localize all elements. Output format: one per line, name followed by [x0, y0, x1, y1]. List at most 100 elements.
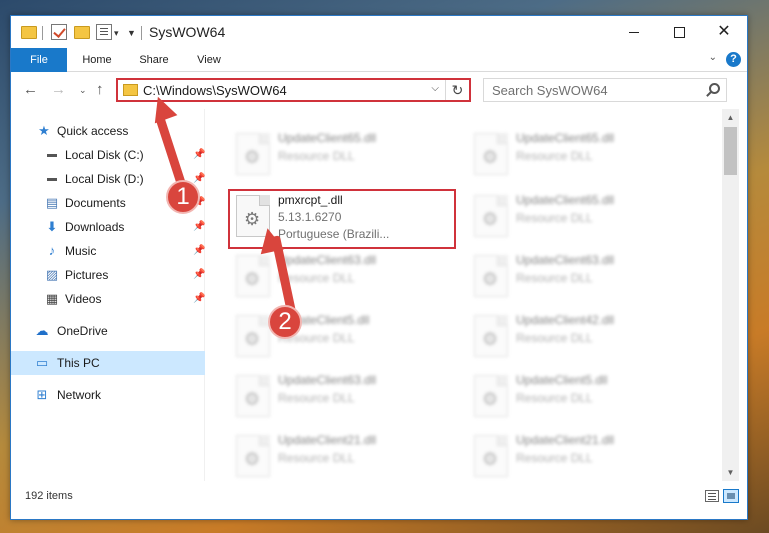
toolbar-separator [42, 26, 43, 40]
computer-icon: ▭ [35, 355, 49, 370]
refresh-button[interactable]: ↻ [445, 80, 469, 100]
file-item[interactable]: ⚙ UpdateClient21.dll Resource DLL [466, 429, 696, 481]
sidebar-item-pictures[interactable]: ▨ Pictures 📌 [11, 263, 206, 287]
file-type: Resource DLL [278, 451, 355, 465]
quick-access-dropdown-icon[interactable]: ▾ [114, 28, 119, 39]
customize-icon[interactable] [96, 24, 112, 40]
sidebar-item-downloads[interactable]: ⬇ Downloads 📌 [11, 215, 206, 239]
scroll-thumb[interactable] [724, 127, 737, 175]
pin-icon[interactable]: 📌 [193, 239, 205, 263]
title-bar[interactable]: ▾ ▼ SysWOW64 ✕ [11, 16, 747, 48]
close-button[interactable]: ✕ [701, 16, 747, 48]
file-explorer-window: ▾ ▼ SysWOW64 ✕ File Home Share View ⌄ ? … [10, 15, 748, 520]
back-button[interactable]: ← [23, 81, 38, 98]
forward-button[interactable]: → [51, 81, 66, 98]
pin-icon[interactable]: 📌 [193, 287, 205, 311]
item-count: 192 items [25, 490, 73, 502]
file-item[interactable]: ⚙ UpdateClient65.dll Resource DLL [228, 127, 458, 183]
sidebar-item-label: Quick access [57, 124, 129, 138]
file-name: UpdateClient5.dll [516, 373, 608, 387]
dll-file-icon: ⚙ [474, 315, 508, 357]
music-icon: ♪ [48, 243, 56, 258]
sidebar-item-quick-access[interactable]: ★ Quick access [11, 119, 205, 143]
sidebar-item-label: Local Disk (C:) [65, 148, 144, 162]
recent-locations-button[interactable]: ⌄ [79, 85, 87, 96]
file-type: Resource DLL [516, 211, 593, 225]
dll-file-icon: ⚙ [236, 315, 270, 357]
videos-icon: ▦ [45, 291, 59, 306]
properties-check-icon[interactable] [51, 24, 67, 40]
sidebar-item-label: Network [57, 388, 102, 402]
customize-toolbar-icon[interactable]: ▼ [127, 28, 136, 38]
up-button[interactable]: ↑ [96, 81, 104, 98]
dll-file-icon: ⚙ [474, 195, 508, 237]
file-item[interactable]: ⚙ UpdateClient21.dll Resource DLL [228, 429, 458, 481]
sidebar-item-onedrive[interactable]: ☁ OneDrive [11, 319, 205, 343]
sidebar-item-label: OneDrive [57, 324, 108, 338]
file-name: UpdateClient65.dll [516, 131, 615, 145]
file-item[interactable]: ⚙ UpdateClient65.dll Resource DLL [466, 189, 696, 245]
file-type: Resource DLL [516, 271, 593, 285]
file-name: UpdateClient63.dll [278, 253, 377, 267]
file-name: UpdateClient21.dll [516, 433, 615, 447]
details-view-icon[interactable] [705, 490, 719, 502]
file-name: UpdateClient42.dll [516, 313, 615, 327]
dll-file-icon: ⚙ [474, 255, 508, 297]
vertical-scrollbar[interactable]: ▲ ▼ [722, 109, 739, 481]
file-item[interactable]: ⚙ UpdateClient65.dll Resource DLL [466, 127, 696, 183]
pin-icon[interactable]: 📌 [193, 263, 205, 287]
gear-icon: ⚙ [244, 269, 261, 289]
sidebar-item-label: This PC [57, 356, 100, 370]
sidebar-item-network[interactable]: ⊞ Network [11, 383, 205, 407]
chevron-down-icon[interactable]: ⌄ [709, 52, 717, 63]
disk-icon: ▬ [47, 173, 57, 184]
ribbon-tabs: File Home Share View ⌄ ? [11, 48, 747, 72]
file-item[interactable]: ⚙ UpdateClient5.dll Resource DLL [228, 309, 458, 365]
gear-icon: ⚙ [482, 449, 499, 469]
sidebar-item-label: Local Disk (D:) [65, 172, 144, 186]
tab-home[interactable]: Home [75, 48, 119, 72]
dll-file-icon: ⚙ [474, 133, 508, 175]
sidebar-item-this-pc[interactable]: ▭ This PC [11, 351, 205, 375]
minimize-button[interactable] [611, 16, 657, 48]
file-item[interactable]: ⚙ UpdateClient5.dll Resource DLL [466, 369, 696, 425]
dll-file-icon: ⚙ [236, 375, 270, 417]
new-folder-icon[interactable] [74, 26, 90, 39]
cloud-icon: ☁ [35, 323, 49, 338]
file-type: Resource DLL [278, 149, 355, 163]
scroll-down-icon[interactable]: ▼ [722, 464, 739, 481]
pin-icon[interactable]: 📌 [193, 143, 205, 167]
search-box[interactable] [483, 78, 727, 102]
status-bar: 192 items [11, 486, 747, 508]
gear-icon: ⚙ [482, 389, 499, 409]
tab-file[interactable]: File [11, 48, 67, 72]
tab-share[interactable]: Share [131, 48, 177, 72]
gear-icon: ⚙ [482, 329, 499, 349]
folder-icon [21, 26, 37, 39]
dll-file-icon: ⚙ [236, 435, 270, 477]
sidebar-item-label: Pictures [65, 268, 109, 282]
sidebar-item-label: Music [65, 244, 97, 258]
search-icon[interactable] [709, 83, 720, 94]
help-icon[interactable]: ? [726, 52, 741, 67]
file-item[interactable]: ⚙ UpdateClient42.dll Resource DLL [466, 309, 696, 365]
sidebar-item-videos[interactable]: ▦ Videos 📌 [11, 287, 206, 311]
search-input[interactable] [484, 79, 699, 101]
file-type: Resource DLL [516, 451, 593, 465]
gear-icon: ⚙ [244, 147, 261, 167]
file-item[interactable]: ⚙ UpdateClient63.dll Resource DLL [228, 369, 458, 425]
sidebar-item-music[interactable]: ♪ Music 📌 [11, 239, 206, 263]
file-item[interactable]: ⚙ UpdateClient63.dll Resource DLL [228, 249, 458, 305]
chevron-down-icon[interactable]: ⌵ [431, 83, 439, 94]
dll-file-icon: ⚙ [236, 133, 270, 175]
sidebar-item-label: Documents [65, 196, 126, 210]
gear-icon: ⚙ [244, 449, 261, 469]
file-type: Resource DLL [516, 391, 593, 405]
file-item[interactable]: ⚙ UpdateClient63.dll Resource DLL [466, 249, 696, 305]
scroll-up-icon[interactable]: ▲ [722, 109, 739, 126]
tab-view[interactable]: View [189, 48, 229, 72]
pin-icon[interactable]: 📌 [193, 215, 205, 239]
maximize-button[interactable] [656, 16, 702, 48]
dll-file-icon: ⚙ [474, 435, 508, 477]
large-icons-view-icon[interactable] [723, 489, 739, 503]
